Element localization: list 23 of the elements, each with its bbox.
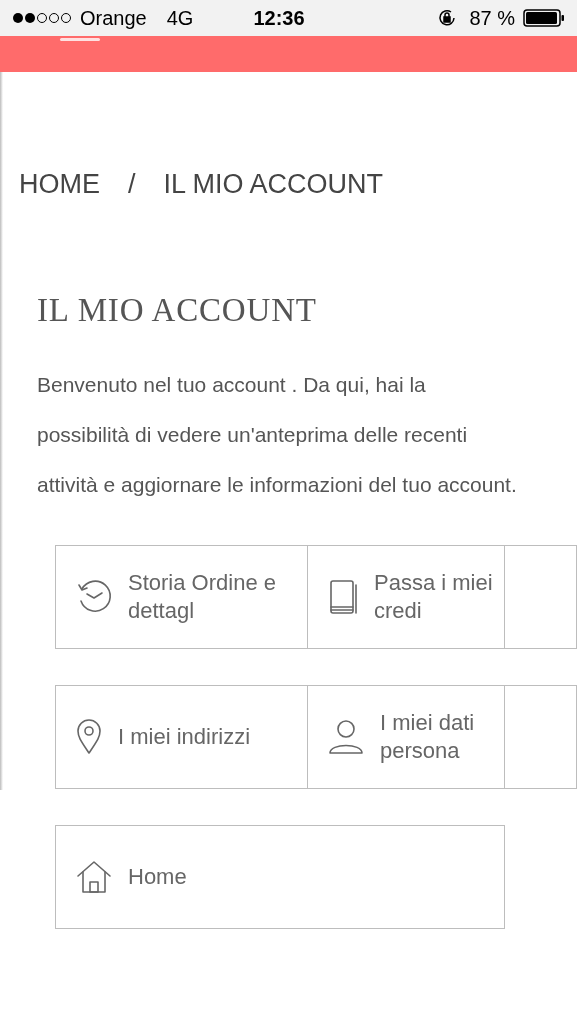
menu-icon[interactable] [60,38,100,41]
account-link[interactable]: Home [55,825,505,929]
rotation-lock-icon [437,8,458,28]
account-link[interactable]: I miei indirizzi [55,685,308,789]
battery-percent: 87 % [469,6,515,31]
carrier-name: Orange [80,6,147,31]
page-title: IL MIO ACCOUNT [36,291,318,330]
intro-text: Benvenuto nel tuo account . Da qui, hai la possibilità di vedere un'anteprima delle recenti attività e aggiornare le informazioni del tuo account. [36,372,518,498]
breadcrumb-item[interactable]: HOME [19,168,100,200]
account-link[interactable]: I miei dati persona [307,685,505,789]
signal-icon [12,12,72,24]
breadcrumb-item: / [128,168,136,200]
account-link[interactable]: Storia Ordine e dettagl [55,545,308,649]
battery-icon [523,9,565,27]
location-pin-icon [76,719,102,755]
network-type: 4G [166,6,194,31]
home-icon [76,860,112,894]
history-icon [76,579,112,615]
voucher-icon [328,579,358,615]
user-icon [328,719,364,755]
breadcrumb-item: IL MIO ACCOUNT [163,168,384,200]
clock: 12:36 [253,6,305,31]
account-link[interactable]: Passa i miei credi [307,545,505,649]
